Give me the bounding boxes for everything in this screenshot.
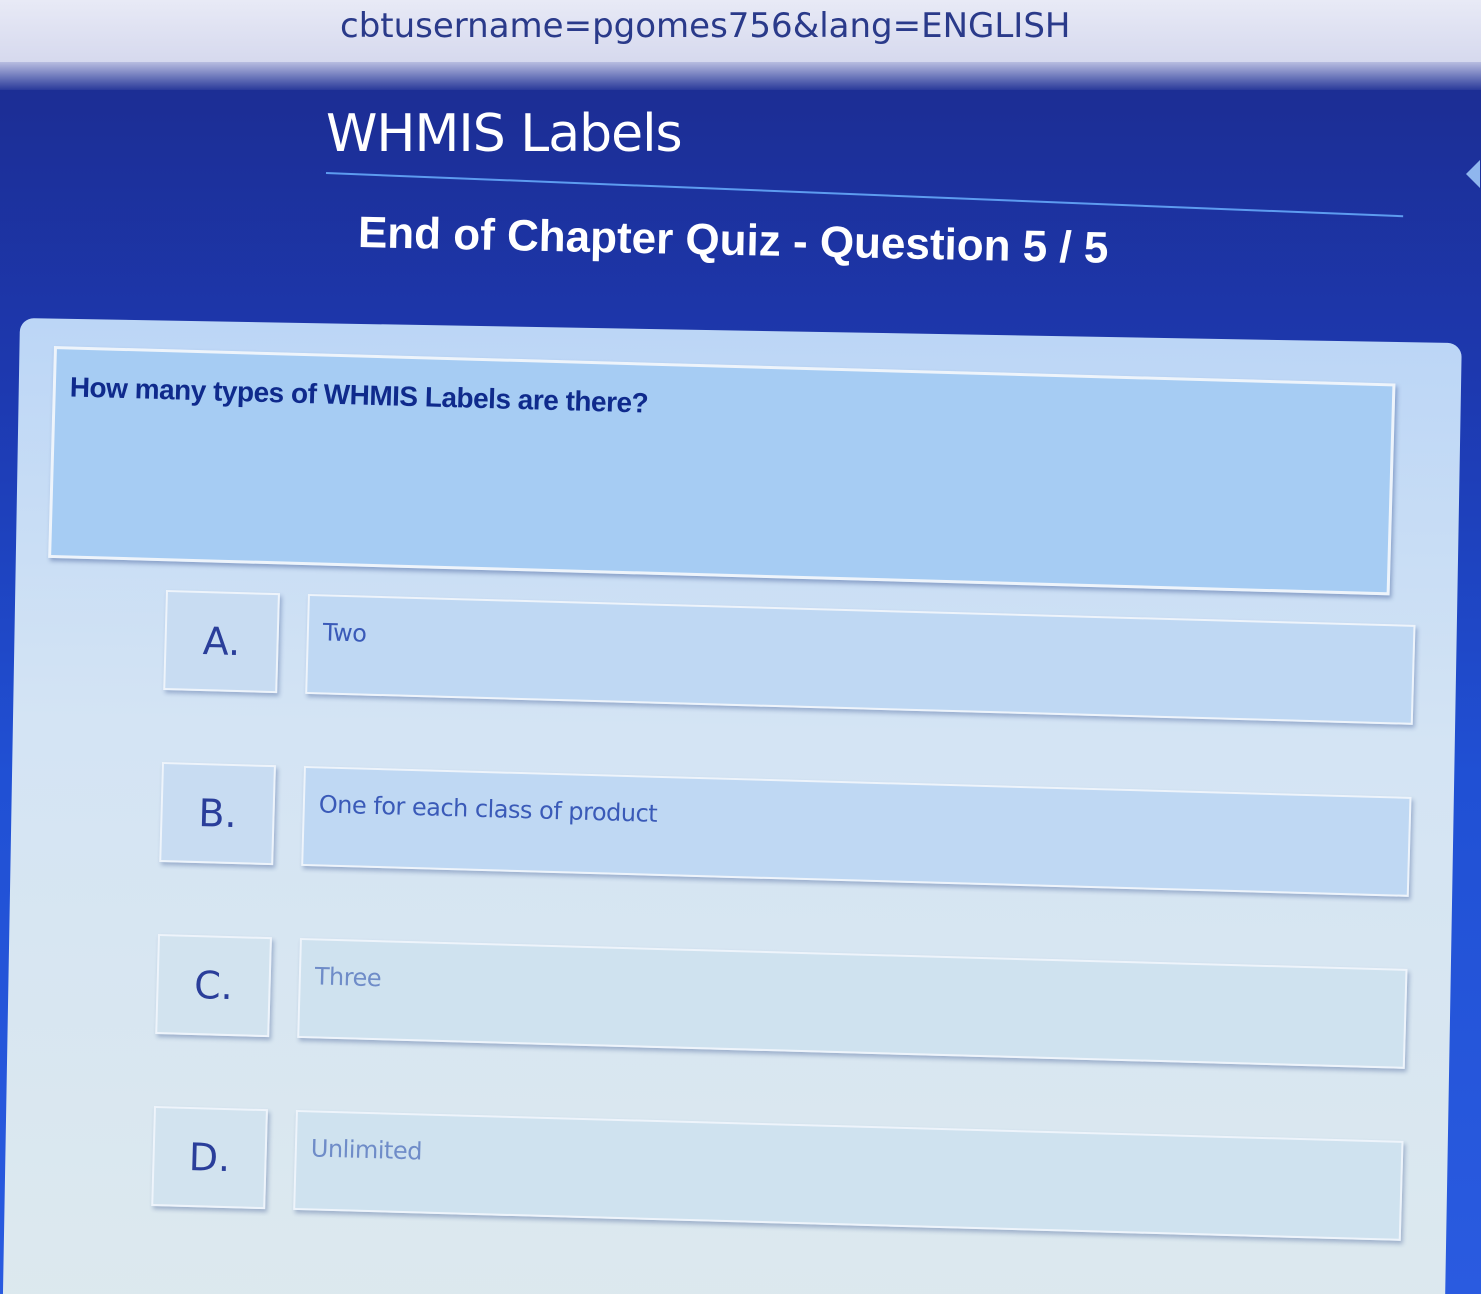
answer-label: Unlimited: [310, 1134, 423, 1166]
answer-letter-button[interactable]: D.: [151, 1106, 268, 1210]
answer-letter-button[interactable]: A.: [163, 590, 280, 694]
question-box: How many types of WHMIS Labels are there…: [48, 346, 1396, 596]
quiz-page: cbtusername=pgomes756&lang=ENGLISH WHMIS…: [0, 0, 1481, 1294]
answer-letter-button[interactable]: B.: [159, 762, 276, 866]
chevron-left-icon[interactable]: [1466, 160, 1480, 188]
quiz-heading: End of Chapter Quiz - Question 5 / 5: [357, 208, 1109, 273]
answer-label: One for each class of product: [318, 790, 658, 828]
question-text: How many types of WHMIS Labels are there…: [69, 371, 649, 419]
answer-label: Three: [314, 962, 382, 993]
header-strip: [0, 62, 1481, 90]
answer-letter-button[interactable]: C.: [155, 934, 272, 1038]
page-title: WHMIS Labels: [326, 104, 683, 164]
url-text[interactable]: cbtusername=pgomes756&lang=ENGLISH: [340, 6, 1071, 46]
answer-label: Two: [322, 618, 367, 648]
browser-address-bar[interactable]: cbtusername=pgomes756&lang=ENGLISH: [0, 0, 1481, 64]
